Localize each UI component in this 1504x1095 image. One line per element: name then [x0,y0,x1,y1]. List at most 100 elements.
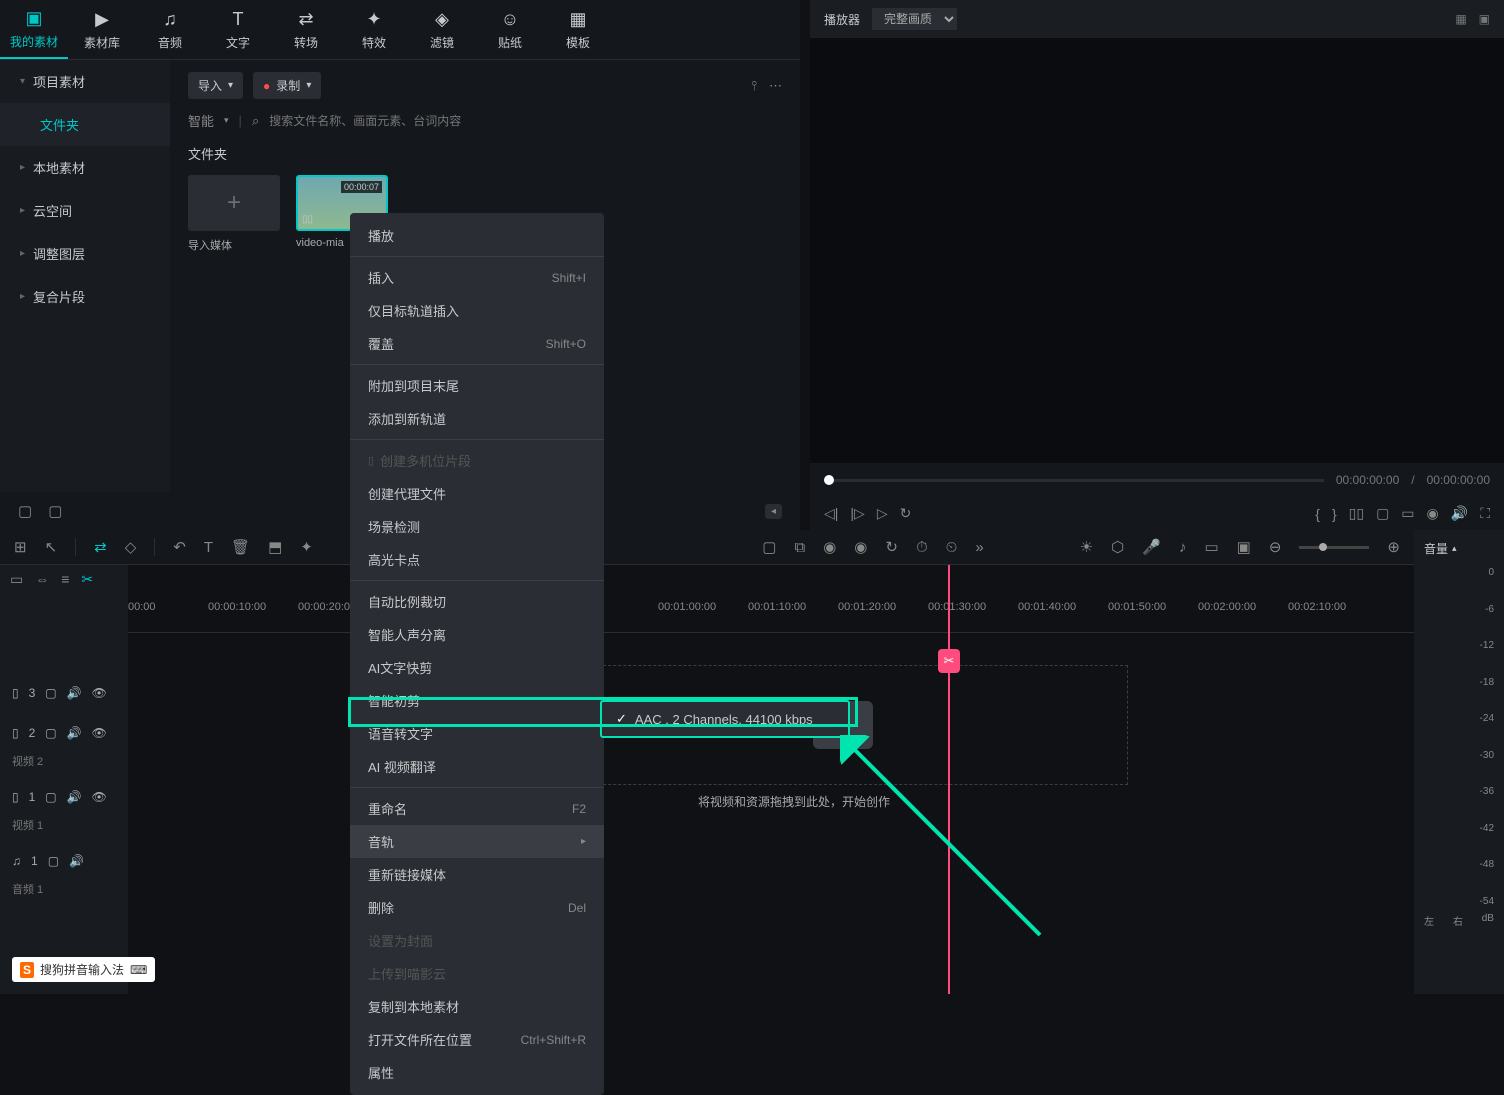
display-icon[interactable]: ▭ [1401,505,1414,522]
scissors-icon[interactable]: ✂ [938,649,960,673]
menu-insert-target[interactable]: 仅目标轨道插入 [350,294,604,327]
crop-icon[interactable]: ⬒ [268,538,282,556]
more-tools-icon[interactable]: » [975,539,983,556]
view-grid-icon[interactable]: ▦ [1455,12,1466,26]
mic-tool-icon[interactable]: ▢ [762,538,776,556]
mic-icon[interactable]: 🎤 [1142,538,1161,556]
menu-highlight[interactable]: 高光卡点 [350,543,604,576]
menu-proxy[interactable]: 创建代理文件 [350,477,604,510]
menu-relink[interactable]: 重新链接媒体 [350,858,604,891]
folder-add-icon[interactable]: ▢ [48,502,62,520]
tool-icon[interactable]: ◉ [823,538,836,556]
scrub-handle[interactable] [824,475,834,485]
camera-icon[interactable]: ◉ [1427,505,1439,522]
effects-tool-icon[interactable]: ✦ [300,538,313,556]
view-image-icon[interactable]: ▣ [1479,12,1490,26]
tab-transition[interactable]: ⇄转场 [272,0,340,59]
music-tool-icon[interactable]: ♪ [1179,539,1187,556]
menu-overwrite[interactable]: 覆盖Shift+O [350,327,604,360]
sidebar-item-cloud[interactable]: ▸云空间 [0,189,170,232]
menu-audio-track[interactable]: 音轨▸ [350,825,604,858]
track-label-audio1[interactable]: ♫1▢🔊 [0,841,128,881]
search-mode-dropdown[interactable]: 智能 [188,111,214,130]
track-label-video1[interactable]: ▯1▢🔊👁 [0,777,128,817]
menu-copy-local[interactable]: 复制到本地素材 [350,990,604,1023]
menu-ai-text-cut[interactable]: AI文字快剪 [350,651,604,684]
layout-icon[interactable]: ▯▯ [1349,505,1364,522]
prev-frame-icon[interactable]: ◁| [824,505,838,522]
image-tool-icon[interactable]: ▣ [1237,538,1251,556]
menu-open-location[interactable]: 打开文件所在位置Ctrl+Shift+R [350,1023,604,1056]
loop-icon[interactable]: ↻ [900,505,912,522]
eye-icon[interactable]: 👁 [92,726,107,740]
timeline-tracks[interactable]: 00:00 00:00:10:00 00:00:20:00 00:01:00:0… [128,565,1414,994]
track-label-video2[interactable]: ▯2▢🔊👁 [0,713,128,753]
menu-scene-detect[interactable]: 场景检测 [350,510,604,543]
sidebar-item-compound[interactable]: ▸复合片段 [0,275,170,318]
zoom-in-icon[interactable]: ⊕ [1387,538,1400,556]
text-tool-icon[interactable]: T [204,539,213,556]
tab-filters[interactable]: ◈滤镜 [408,0,476,59]
tab-effects[interactable]: ✦特效 [340,0,408,59]
eye-icon[interactable]: 👁 [92,686,107,700]
tab-stickers[interactable]: ☺贴纸 [476,0,544,59]
bracket-open-icon[interactable]: { [1315,506,1320,522]
pointer-tool-icon[interactable]: ↖ [45,538,58,556]
import-tile[interactable]: + 导入媒体 [188,175,280,253]
speaker-icon[interactable]: 🔊 [1451,505,1468,522]
screen-icon[interactable]: ▢ [1376,505,1389,522]
more-icon[interactable]: ⋯ [769,78,782,94]
timer-icon[interactable]: ⏲ [946,539,958,556]
chevron-up-icon[interactable]: ▴ [1452,543,1457,554]
lock-icon[interactable]: ▢ [45,790,56,804]
speaker-icon[interactable]: 🔊 [67,790,82,804]
tab-audio[interactable]: ♫音频 [136,0,204,59]
search-input[interactable] [269,114,782,128]
play-icon[interactable]: ▷ [877,505,888,522]
link-tool-icon[interactable]: ⇄ [94,538,107,556]
undo-icon[interactable]: ↶ [173,538,186,556]
refresh-icon[interactable]: ↻ [885,538,898,556]
screen-tool-icon[interactable]: ▭ [1204,538,1218,556]
speed-icon[interactable]: ⏱ [916,539,928,556]
track-cut-icon[interactable]: ✂ [81,571,93,588]
zoom-out-icon[interactable]: ⊖ [1269,538,1282,556]
import-button[interactable]: 导入▾ [188,72,243,99]
zoom-slider[interactable] [1299,546,1369,549]
sidebar-item-folder[interactable]: 文件夹 [0,103,170,146]
playhead[interactable]: ✂ [948,565,950,994]
menu-smart-cut[interactable]: 智能初剪 [350,684,604,717]
menu-voice-separate[interactable]: 智能人声分离 [350,618,604,651]
sun-icon[interactable]: ☀ [1080,538,1093,556]
eye-icon[interactable]: 👁 [92,790,107,804]
quality-select[interactable]: 完整画质 [872,8,957,30]
tab-text[interactable]: T文字 [204,0,272,59]
track-opt-icon[interactable]: ≡ [61,571,69,587]
keyframe-tool-icon[interactable]: ◇ [125,538,137,556]
ime-tool-icon[interactable]: ⌨ [130,963,147,977]
track-view-icon[interactable]: ▭ [10,571,23,588]
menu-append[interactable]: 附加到项目末尾 [350,369,604,402]
fullscreen-icon[interactable]: ⛶ [1480,505,1490,522]
layout-tool-icon[interactable]: ⊞ [14,538,27,556]
sidebar-item-local[interactable]: ▸本地素材 [0,146,170,189]
bracket-close-icon[interactable]: } [1332,506,1337,522]
tab-library[interactable]: ▶素材库 [68,0,136,59]
speaker-icon[interactable]: 🔊 [67,726,82,740]
track-label-video3[interactable]: ▯3▢🔊👁 [0,673,128,713]
menu-play[interactable]: 播放 [350,219,604,252]
folder-icon[interactable]: ▢ [18,502,32,520]
collapse-icon[interactable]: ◂ [765,504,782,519]
speaker-icon[interactable]: 🔊 [69,854,84,868]
lock-icon[interactable]: ▢ [45,686,56,700]
delete-icon[interactable]: 🗑 [231,538,250,556]
tool-icon[interactable]: ◉ [854,538,867,556]
scrub-bar[interactable] [824,479,1324,482]
tab-templates[interactable]: ▦模板 [544,0,612,59]
menu-insert[interactable]: 插入Shift+I [350,261,604,294]
marker-icon[interactable]: ⬡ [1111,538,1124,556]
tab-my-media[interactable]: ▣我的素材 [0,0,68,59]
menu-ai-translate[interactable]: AI 视频翻译 [350,750,604,783]
timeline-ruler[interactable]: 00:00 00:00:10:00 00:00:20:00 00:01:00:0… [128,593,1414,633]
menu-speech-to-text[interactable]: 语音转文字 [350,717,604,750]
